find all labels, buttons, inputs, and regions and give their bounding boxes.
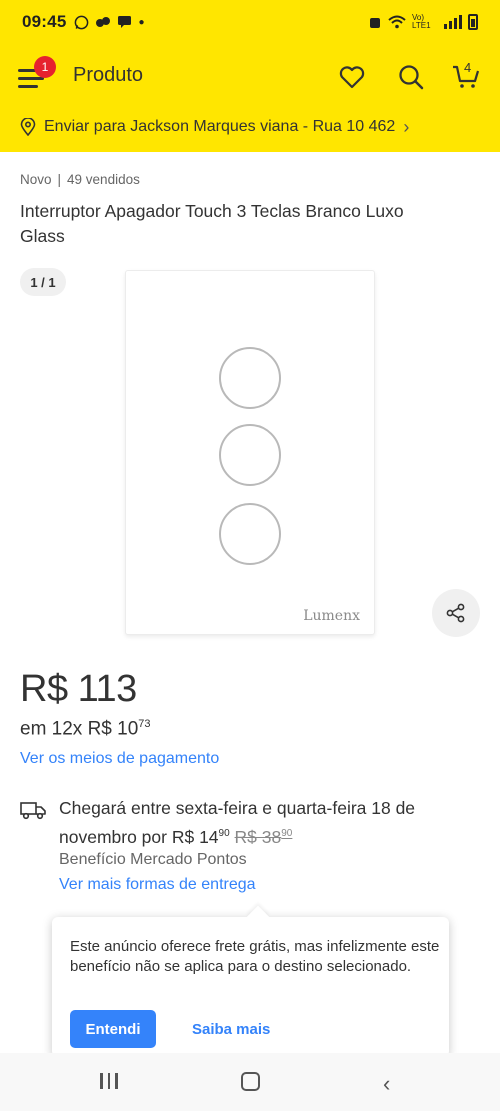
cart-count: 4 [464, 60, 472, 75]
more-delivery-options-link[interactable]: Ver mais formas de entrega [59, 876, 256, 894]
delivery-old-price: R$ 3890 [235, 827, 293, 847]
share-button[interactable] [432, 589, 480, 637]
switch-key [219, 347, 281, 409]
delivery-estimate: Chegará entre sexta-feira e quarta-feira… [59, 796, 479, 850]
alarm-icon [370, 18, 380, 28]
recent-apps-button[interactable] [100, 1073, 118, 1089]
menu-notification-badge: 1 [34, 56, 56, 78]
whatsapp-icon [75, 15, 89, 29]
truck-icon [20, 802, 46, 820]
ship-to-bar[interactable]: Enviar para Jackson Marques viana - Rua … [0, 110, 500, 144]
nav-row: 1 Produto 4 [0, 52, 500, 102]
menu-icon-line [18, 77, 44, 80]
product-title: Interruptor Apagador Touch 3 Teclas Bran… [20, 201, 404, 246]
home-button[interactable] [241, 1072, 260, 1091]
search-icon[interactable] [396, 62, 426, 92]
sold-count: 49 vendidos [67, 172, 140, 187]
app-notification-icon [96, 17, 111, 27]
status-time: 09:45 [22, 12, 67, 31]
menu-icon-line [18, 85, 38, 88]
chevron-right-icon: › [403, 116, 410, 137]
meta-separator: | [57, 172, 62, 187]
understood-button[interactable]: Entendi [70, 1010, 156, 1048]
heart-icon[interactable] [337, 62, 367, 92]
product-image[interactable]: Lumenx [125, 270, 375, 635]
brand-logo: Lumenx [303, 608, 360, 624]
notification-icons: ● [74, 15, 145, 30]
wifi-icon [388, 15, 406, 29]
switch-key [219, 503, 281, 565]
page-title: Produto [73, 64, 144, 86]
product-price: R$ 113 [20, 668, 137, 710]
network-label: Vo) LTE1 [412, 13, 431, 30]
system-nav-bar: ‹ [0, 1053, 500, 1111]
delivery-price-cents: 90 [218, 828, 230, 839]
delivery-old-price-amount: R$ 38 [234, 826, 282, 847]
payment-methods-link[interactable]: Ver os meios de pagamento [20, 750, 219, 768]
status-right: Vo) LTE1 [368, 14, 478, 30]
installments-amount: em 12x R$ 10 [20, 718, 139, 740]
signal-icon [444, 15, 462, 29]
product-meta: Novo | 49 vendidos [20, 172, 140, 187]
battery-icon [468, 14, 478, 30]
top-header: 09:45 ● Vo) LTE1 1 Produto 4 Enviar para… [0, 0, 500, 152]
learn-more-button[interactable]: Saiba mais [192, 1010, 270, 1048]
location-pin-icon [20, 118, 36, 136]
delivery-old-price-cents: 90 [281, 828, 293, 839]
back-button[interactable]: ‹ [383, 1071, 390, 1097]
switch-key [219, 424, 281, 486]
share-icon [446, 603, 465, 623]
image-pager: 1 / 1 [20, 268, 66, 296]
free-shipping-tooltip: Este anúncio oferece frete grátis, mas i… [52, 917, 449, 1057]
message-icon [118, 16, 132, 28]
status-bar: 09:45 ● Vo) LTE1 [0, 0, 500, 44]
benefit-text: Benefício Mercado Pontos [59, 851, 247, 868]
condition-label: Novo [20, 172, 52, 187]
ship-to-text: Enviar para Jackson Marques viana - Rua … [44, 118, 396, 135]
installments-cents: 73 [138, 718, 151, 730]
installments: em 12x R$ 1073 [20, 718, 151, 740]
dot-icon: ● [138, 16, 145, 28]
tooltip-message: Este anúncio oferece frete grátis, mas i… [70, 938, 440, 975]
